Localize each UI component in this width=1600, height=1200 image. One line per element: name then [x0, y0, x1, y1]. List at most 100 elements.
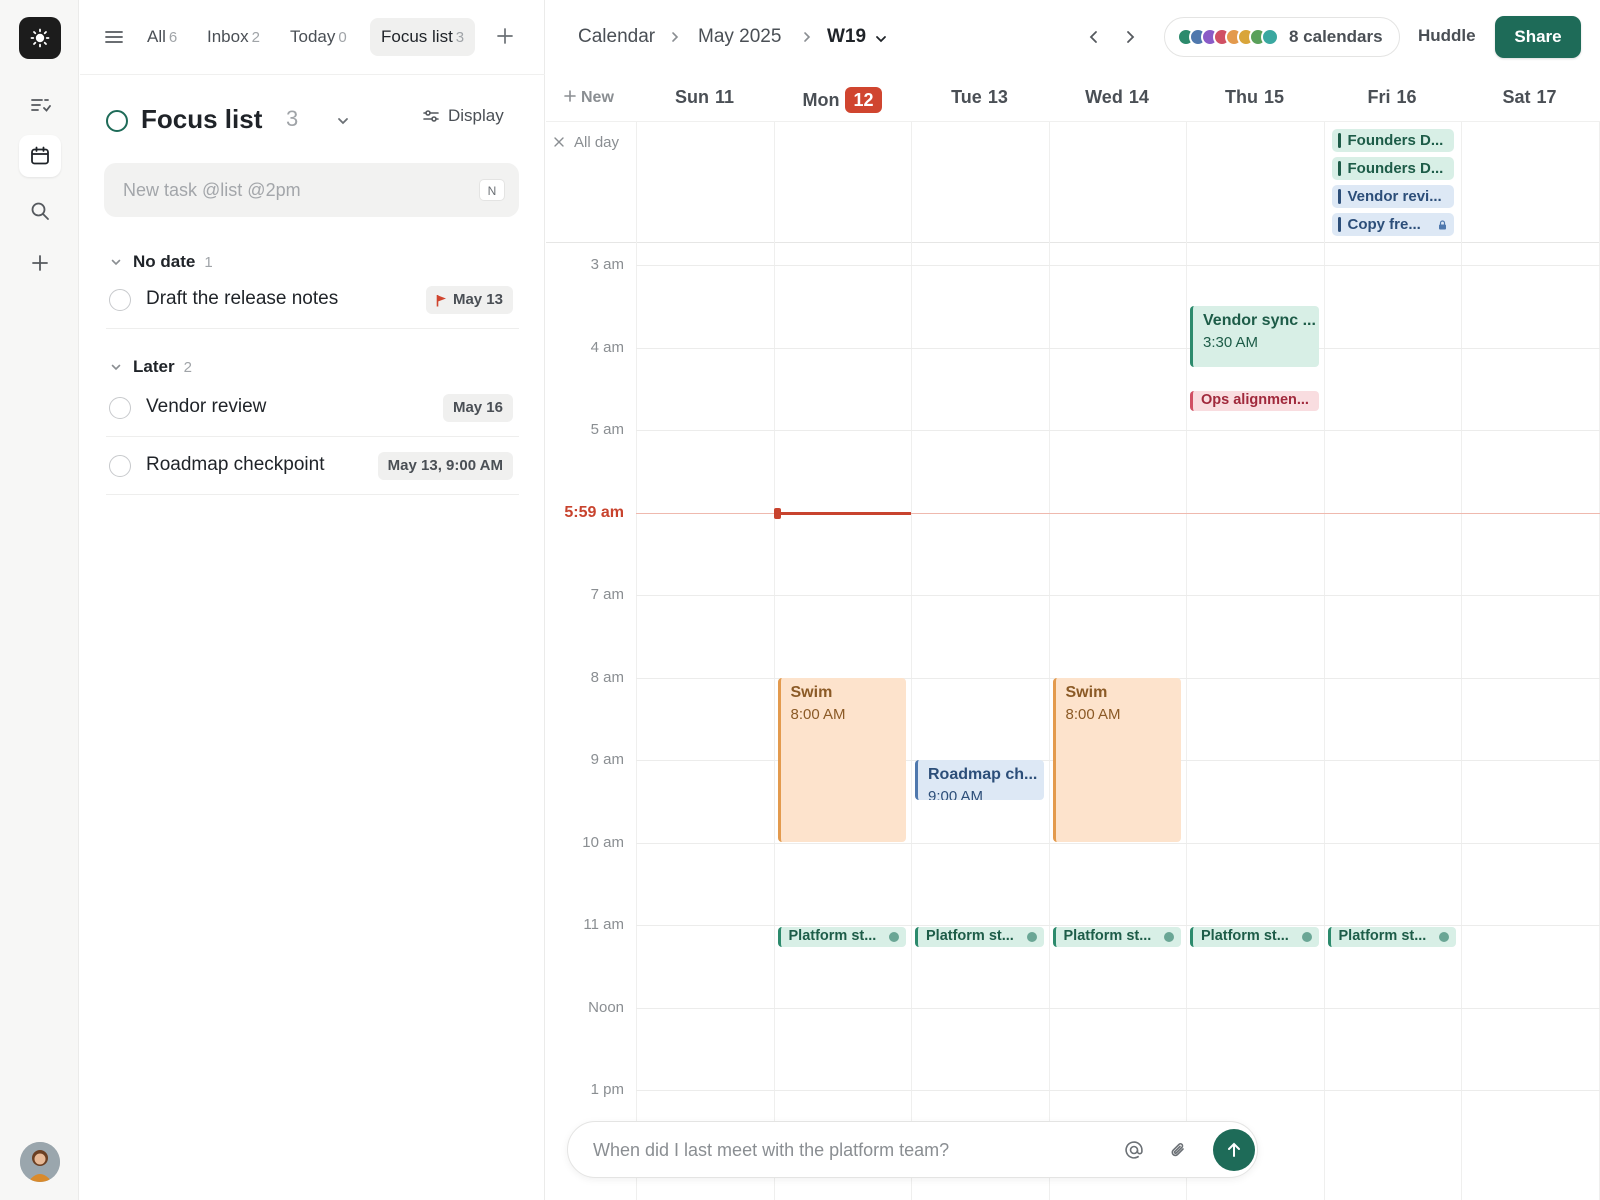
tab-today[interactable]: Today 0	[279, 18, 358, 56]
tab-inbox[interactable]: Inbox 2	[196, 18, 271, 56]
all-day-event[interactable]: Copy fre...	[1331, 213, 1454, 236]
hour-label: 10 am	[582, 833, 624, 851]
event-title: Ops alignmen...	[1201, 391, 1309, 408]
send-button[interactable]	[1213, 1129, 1255, 1171]
current-time-marker	[773, 507, 781, 519]
calendar-event[interactable]: Platform st...	[1190, 927, 1319, 947]
event-title: Vendor sync ...	[1203, 312, 1316, 330]
tab-count: 3	[455, 29, 465, 46]
day-header-fri[interactable]: Fri 16	[1324, 87, 1461, 108]
hour-label: Noon	[588, 998, 624, 1016]
attach-button[interactable]	[1169, 1140, 1187, 1165]
breadcrumb-calendar[interactable]: Calendar	[578, 26, 655, 48]
event-time: 3:30 AM	[1203, 334, 1259, 352]
calendar-event[interactable]: Roadmap ch... 9:00 AM	[915, 760, 1044, 801]
task-row[interactable]: Draft the release notes May 13	[106, 271, 519, 329]
grid-column-line	[1598, 243, 1600, 1200]
day-header-sun[interactable]: Sun 11	[636, 87, 773, 108]
all-day-event[interactable]: Founders D...	[1331, 129, 1454, 152]
assistant-composer[interactable]: When did I last meet with the platform t…	[567, 1121, 1258, 1178]
close-icon	[554, 137, 564, 147]
new-task-input[interactable]: New task @list @2pm N	[104, 163, 519, 217]
list-menu-button[interactable]	[336, 114, 350, 133]
tab-focus-list[interactable]: Focus list 3	[370, 18, 476, 56]
tab-count: 6	[168, 29, 178, 46]
day-header-wed[interactable]: Wed 14	[1049, 87, 1186, 108]
mention-button[interactable]	[1123, 1139, 1145, 1166]
task-checkbox[interactable]	[109, 455, 131, 477]
chevron-right-icon	[802, 30, 812, 48]
grid-column-line	[773, 243, 775, 1200]
calendar-event[interactable]: Swim 8:00 AM	[1052, 677, 1181, 842]
rail-add-button[interactable]	[19, 242, 61, 284]
all-day-event[interactable]: Founders D...	[1331, 157, 1454, 180]
chevron-down-icon	[110, 256, 124, 268]
day-header-mon[interactable]: Mon 12	[774, 87, 911, 113]
calendar-event[interactable]: Swim 8:00 AM	[777, 677, 906, 842]
grid-column-line	[1186, 243, 1187, 1200]
day-header-sat[interactable]: Sat 17	[1461, 87, 1598, 108]
arrow-up-icon	[1228, 1142, 1240, 1157]
calendar-event[interactable]: Platform st...	[777, 927, 906, 947]
group-label: No date	[133, 252, 196, 271]
grid-column-line	[1461, 122, 1462, 243]
previous-week-button[interactable]	[1087, 27, 1101, 52]
task-row[interactable]: Roadmap checkpoint May 13, 9:00 AM	[106, 437, 519, 495]
calendar-event[interactable]: Platform st...	[1052, 927, 1181, 947]
grid-column-line	[1186, 122, 1187, 243]
new-task-placeholder: New task @list @2pm	[123, 180, 301, 200]
group-later[interactable]: Later 2	[110, 355, 192, 379]
calendar-event[interactable]: Ops alignmen...	[1190, 390, 1319, 411]
breadcrumb-month[interactable]: May 2025	[698, 26, 781, 48]
user-avatar[interactable]	[20, 1142, 60, 1182]
calendar-event[interactable]: Platform st...	[1327, 927, 1456, 947]
event-title: Platform st...	[788, 928, 877, 944]
hour-label: 7 am	[590, 586, 624, 603]
recurring-icon	[1301, 932, 1312, 942]
calendar-event[interactable]: Platform st...	[915, 927, 1044, 947]
all-day-event[interactable]: Vendor revi...	[1331, 185, 1454, 208]
task-date: May 13, 9:00 AM	[387, 457, 503, 474]
hamburger-icon	[105, 31, 123, 43]
add-list-button[interactable]	[495, 26, 515, 51]
event-title: Copy fre...	[1347, 216, 1421, 233]
hour-line	[636, 595, 1600, 596]
display-button[interactable]: Display	[422, 106, 504, 126]
sliders-icon	[423, 110, 439, 122]
current-time-label: 5:59 am	[564, 503, 624, 521]
menu-button[interactable]	[104, 27, 124, 52]
current-time-today-bar	[773, 511, 911, 515]
task-checkbox[interactable]	[109, 289, 131, 311]
app-logo-button[interactable]	[19, 17, 61, 59]
day-number: 13	[987, 87, 1008, 107]
rail-search-button[interactable]	[19, 190, 61, 232]
huddle-button[interactable]: Huddle	[1418, 26, 1476, 46]
new-event-button[interactable]: New	[564, 89, 614, 107]
chevron-down-icon[interactable]	[875, 31, 887, 49]
rail-tasks-button[interactable]	[19, 84, 61, 126]
group-count: 1	[204, 253, 213, 271]
calendar-view: Calendar May 2025 W19 8 calendars Huddle…	[546, 0, 1600, 1200]
tab-label: Inbox	[207, 27, 249, 46]
collapse-all-day-button[interactable]	[554, 134, 564, 152]
rail-calendar-button[interactable]	[19, 135, 61, 177]
at-sign-icon	[1125, 1141, 1143, 1159]
hour-line	[636, 1007, 1600, 1009]
task-title: Vendor review	[146, 396, 267, 417]
flag-icon	[436, 294, 446, 306]
day-header-tue[interactable]: Tue 13	[911, 87, 1048, 108]
day-number: 11	[714, 87, 735, 107]
tab-all[interactable]: All 6	[136, 18, 188, 56]
breadcrumb-week[interactable]: W19	[827, 26, 866, 48]
next-week-button[interactable]	[1123, 27, 1137, 52]
calendars-selector[interactable]: 8 calendars	[1164, 17, 1400, 57]
plus-icon	[564, 90, 576, 102]
calendar-event[interactable]: Vendor sync ... 3:30 AM	[1190, 306, 1319, 368]
task-checkbox[interactable]	[109, 397, 131, 419]
recurring-icon	[1026, 932, 1037, 942]
share-button[interactable]: Share	[1495, 16, 1581, 58]
task-date: May 16	[452, 399, 503, 416]
day-header-thu[interactable]: Thu 15	[1186, 87, 1323, 108]
task-row[interactable]: Vendor review May 16	[106, 379, 519, 437]
all-day-label: All day	[574, 134, 620, 151]
